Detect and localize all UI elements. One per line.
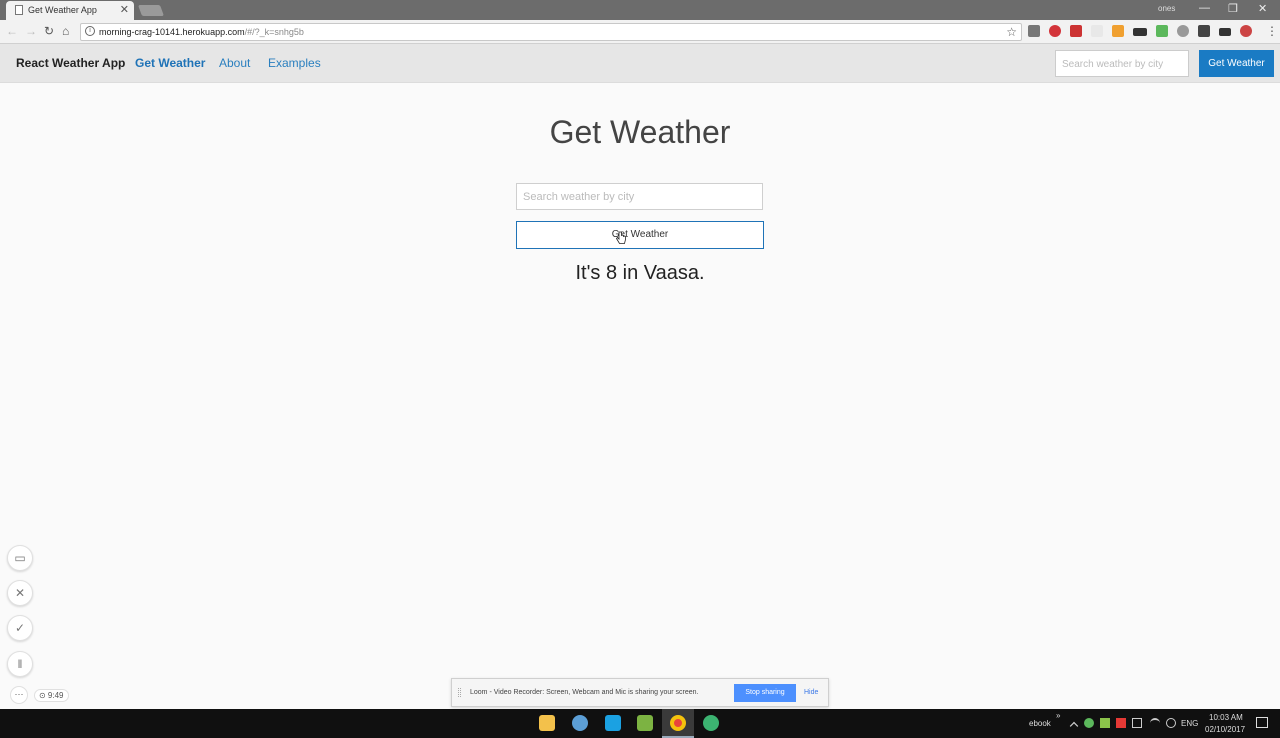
browser-menu-icon[interactable]: ⋮	[1266, 24, 1278, 38]
minimize-icon[interactable]: —	[1199, 2, 1210, 14]
browser-toolbar: ← → ↻ ⌂ i morning-crag-10141.herokuapp.c…	[0, 20, 1280, 44]
clock-date[interactable]: 02/10/2017	[1205, 725, 1245, 734]
show-hidden-icons-icon[interactable]	[1069, 721, 1079, 731]
url-host: morning-crag-10141.herokuapp.com	[99, 27, 245, 37]
nav-link-examples[interactable]: Examples	[268, 56, 321, 70]
wifi-icon[interactable]	[1150, 718, 1160, 728]
sync-icon[interactable]	[1084, 718, 1094, 728]
pause-recording-icon[interactable]: ‖	[7, 651, 33, 677]
stop-sharing-button[interactable]: Stop sharing	[734, 684, 796, 702]
window-close-icon[interactable]: ✕	[1258, 2, 1267, 15]
tray-label[interactable]: ebook	[1029, 719, 1051, 728]
site-navbar: React Weather App Get Weather About Exam…	[0, 44, 1280, 83]
address-bar[interactable]: i morning-crag-10141.herokuapp.com/#/?_k…	[80, 23, 1022, 41]
recording-timer: ⊙ 9:49	[34, 689, 69, 702]
screen-sharing-bar: Loom - Video Recorder: Screen, Webcam an…	[451, 678, 829, 707]
back-icon[interactable]: ←	[6, 24, 18, 38]
finish-recording-icon[interactable]: ✓	[7, 615, 33, 641]
nav-get-weather-button[interactable]: Get Weather	[1199, 50, 1274, 77]
windows-taskbar: ebook » ENG 10:03 AM 02/10/2017	[0, 709, 1280, 738]
reload-icon[interactable]: ↻	[44, 24, 54, 38]
weather-result: It's 8 in Vaasa.	[575, 262, 705, 284]
hand-cursor-icon	[616, 231, 626, 244]
input-language[interactable]: ENG	[1181, 719, 1198, 728]
tab-title: Get Weather App	[28, 5, 97, 15]
pocket-extension-icon[interactable]	[1049, 25, 1061, 37]
browser-titlebar: Get Weather App ✕ ones — ❐ ✕	[0, 0, 1280, 20]
gray-extension-icon[interactable]	[1177, 25, 1189, 37]
bw-extension-icon[interactable]	[1133, 28, 1147, 36]
cancel-recording-icon[interactable]: ✕	[7, 580, 33, 606]
volume-icon[interactable]	[1132, 718, 1142, 728]
gmail-extension-icon[interactable]	[1028, 25, 1040, 37]
clock-time[interactable]: 10:03 AM	[1209, 713, 1243, 722]
brand: React Weather App	[16, 56, 126, 70]
hide-link[interactable]: Hide	[804, 689, 818, 696]
nav-link-about[interactable]: About	[219, 56, 250, 70]
file-explorer-icon[interactable]	[539, 715, 555, 731]
chrome-taskbar-button[interactable]	[662, 709, 694, 738]
site-info-icon[interactable]: i	[85, 26, 95, 36]
photos-icon[interactable]	[572, 715, 588, 731]
nav-link-get-weather[interactable]: Get Weather	[135, 56, 205, 70]
camera-off-icon[interactable]: ▭	[7, 545, 33, 571]
flag-extension-icon[interactable]	[1219, 28, 1231, 36]
tray-chevron-icon[interactable]: »	[1056, 711, 1060, 720]
app-a-icon[interactable]	[637, 715, 653, 731]
home-icon[interactable]: ⌂	[62, 24, 69, 38]
city-search-input[interactable]: Search weather by city	[516, 183, 763, 210]
target-extension-icon[interactable]	[1240, 25, 1252, 37]
red-extension-icon[interactable]	[1070, 25, 1082, 37]
forward-icon[interactable]: →	[25, 24, 37, 38]
blank-extension-icon[interactable]	[1091, 25, 1103, 37]
page-icon	[15, 5, 23, 15]
green-extension-icon[interactable]	[1156, 25, 1168, 37]
more-options-icon[interactable]: ···	[10, 686, 28, 704]
tray-app-icon[interactable]	[1100, 718, 1110, 728]
sharing-message: Loom - Video Recorder: Screen, Webcam an…	[470, 689, 699, 696]
browser-tab[interactable]: Get Weather App ✕	[6, 1, 134, 20]
drag-handle[interactable]	[458, 688, 461, 697]
new-tab-button[interactable]	[137, 5, 165, 16]
chrome-icon	[670, 715, 686, 731]
skype-icon[interactable]	[605, 715, 621, 731]
green-app-icon[interactable]	[703, 715, 719, 731]
tab-close-icon[interactable]: ✕	[120, 3, 129, 16]
rss-extension-icon[interactable]	[1112, 25, 1124, 37]
bookmark-star-icon[interactable]: ☆	[1006, 25, 1017, 39]
get-weather-button[interactable]: Get Weather	[516, 221, 764, 249]
network-icon[interactable]	[1166, 718, 1176, 728]
notifications-icon[interactable]	[1256, 717, 1268, 728]
nav-search-input[interactable]: Search weather by city	[1055, 50, 1189, 77]
profile-name[interactable]: ones	[1158, 4, 1175, 13]
restore-icon[interactable]: ❐	[1228, 2, 1238, 15]
url-path: /#/?_k=snhg5b	[244, 27, 304, 37]
page-title: Get Weather	[549, 114, 731, 150]
dark-extension-icon[interactable]	[1198, 25, 1210, 37]
antivirus-icon[interactable]	[1116, 718, 1126, 728]
